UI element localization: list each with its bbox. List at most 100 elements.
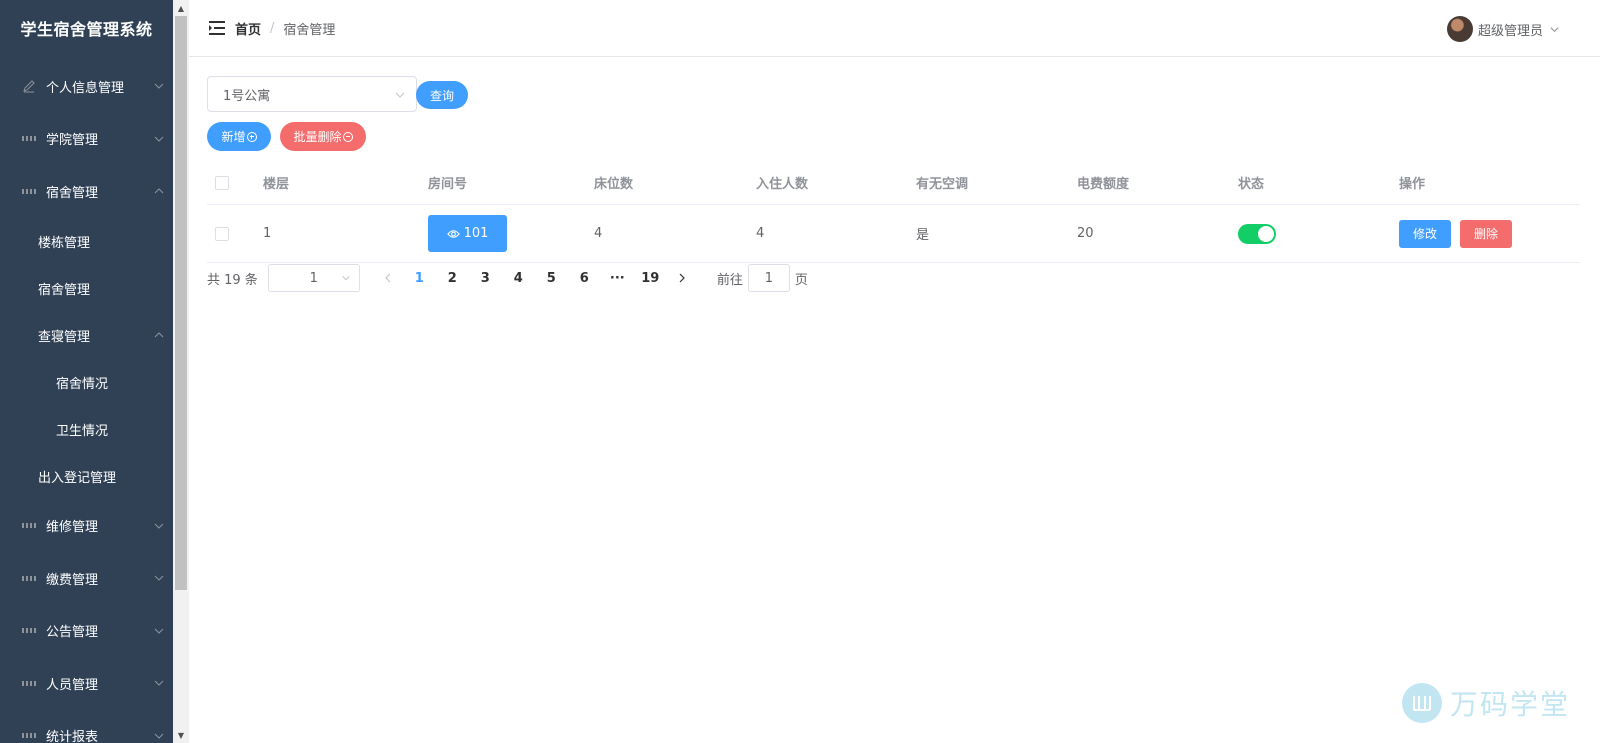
sidebar-item-label: 统计报表 bbox=[46, 730, 99, 743]
row-checkbox[interactable] bbox=[215, 226, 229, 241]
status-toggle[interactable] bbox=[1238, 223, 1276, 244]
sidebar-item-label: 个人信息管理 bbox=[46, 80, 125, 96]
sidebar-item-label: 公告管理 bbox=[46, 625, 99, 641]
column-header: 状态 bbox=[1238, 177, 1265, 192]
column-header: 床位数 bbox=[594, 177, 634, 192]
grid-icon bbox=[22, 571, 36, 585]
sidebar-item-dorm-status[interactable]: 宿舍情况 bbox=[0, 359, 173, 406]
page-size-select[interactable]: 1 bbox=[267, 264, 360, 292]
chevron-down-icon bbox=[395, 92, 405, 98]
room-number: 101 bbox=[463, 226, 489, 241]
watermark: 万码学堂 bbox=[1401, 683, 1570, 723]
sidebar-scrollbar[interactable]: ▲ ▼ bbox=[173, 0, 189, 743]
beds-cell: 4 bbox=[594, 226, 603, 241]
page-number[interactable]: 3 bbox=[469, 264, 502, 292]
circle-minus-icon bbox=[342, 131, 353, 142]
delete-button[interactable]: 删除 bbox=[1460, 219, 1512, 248]
column-header: 楼层 bbox=[263, 177, 290, 192]
prev-page-button[interactable] bbox=[373, 264, 403, 292]
app-title: 学生宿舍管理系统 bbox=[20, 20, 153, 39]
user-menu[interactable]: 超级管理员 bbox=[1446, 16, 1560, 42]
chevron-down-icon[interactable] bbox=[1549, 24, 1560, 35]
sidebar: 学生宿舍管理系统 个人信息管理 学院管理 宿舍管理 楼栋管理 宿舍管理 查寝管理… bbox=[0, 0, 173, 743]
column-header: 操作 bbox=[1399, 177, 1426, 192]
sidebar-item-hygiene[interactable]: 卫生情况 bbox=[0, 406, 173, 453]
column-header: 电费额度 bbox=[1077, 177, 1130, 192]
grid-icon bbox=[22, 624, 36, 638]
sidebar-item-repair[interactable]: 维修管理 bbox=[0, 500, 173, 553]
sidebar-item-access-log[interactable]: 出入登记管理 bbox=[0, 453, 173, 500]
scroll-up-icon[interactable]: ▲ bbox=[173, 0, 189, 16]
add-button[interactable]: 新增 bbox=[207, 122, 271, 151]
chevron-down-icon bbox=[154, 523, 164, 529]
building-select-value: 1号公寓 bbox=[223, 88, 271, 104]
grid-icon bbox=[22, 184, 36, 198]
sidebar-item-label: 学院管理 bbox=[46, 133, 99, 149]
watermark-text: 万码学堂 bbox=[1449, 688, 1570, 721]
edit-icon bbox=[22, 79, 36, 93]
user-name[interactable]: 超级管理员 bbox=[1478, 20, 1543, 39]
sidebar-item-college[interactable]: 学院管理 bbox=[0, 113, 173, 166]
sidebar-item-label: 缴费管理 bbox=[46, 572, 99, 588]
chevron-right-icon bbox=[679, 273, 685, 283]
chevron-down-icon bbox=[154, 575, 164, 581]
edit-button[interactable]: 修改 bbox=[1399, 219, 1451, 248]
more-pages[interactable]: ··· bbox=[601, 264, 634, 292]
sidebar-item-inspection[interactable]: 查寝管理 bbox=[0, 312, 173, 359]
query-button[interactable]: 查询 bbox=[416, 81, 468, 109]
occupants-cell: 4 bbox=[756, 226, 765, 241]
sidebar-item-dorm[interactable]: 宿舍管理 bbox=[0, 165, 173, 218]
circle-plus-icon bbox=[246, 131, 257, 142]
page-number[interactable]: 5 bbox=[535, 264, 568, 292]
page-number[interactable]: 4 bbox=[502, 264, 535, 292]
sidebar-item-payment[interactable]: 缴费管理 bbox=[0, 552, 173, 605]
breadcrumb-home[interactable]: 首页 bbox=[235, 19, 261, 38]
goto-prefix: 前往 bbox=[716, 272, 743, 288]
sidebar-item-dorm-manage[interactable]: 宿舍管理 bbox=[0, 265, 173, 312]
page-number[interactable]: 19 bbox=[634, 264, 667, 292]
scrollbar-thumb[interactable] bbox=[175, 16, 187, 590]
grid-icon bbox=[22, 729, 36, 743]
page-number[interactable]: 2 bbox=[436, 264, 469, 292]
chevron-left-icon bbox=[384, 273, 391, 283]
chevron-up-icon bbox=[154, 188, 164, 194]
next-page-button[interactable] bbox=[667, 264, 697, 292]
sidebar-item-label: 维修管理 bbox=[46, 520, 99, 536]
sidebar-item-label: 楼栋管理 bbox=[38, 235, 91, 251]
building-select[interactable]: 1号公寓 bbox=[207, 76, 417, 112]
menu-toggle-icon[interactable] bbox=[209, 21, 225, 35]
sidebar-item-label: 出入登记管理 bbox=[38, 470, 117, 486]
column-header: 入住人数 bbox=[756, 177, 809, 192]
pagination: 共 19 条 1 1 2 3 4 5 6 ··· 19 前往 1 页 bbox=[207, 264, 808, 292]
main-content: 1号公寓 查询 新增 批量删除 楼层 房间号 床位数 入住人数 有无空调 电费额… bbox=[189, 57, 1600, 743]
column-header: 有无空调 bbox=[916, 177, 969, 192]
breadcrumb-separator: / bbox=[270, 20, 275, 36]
sidebar-item-reports[interactable]: 统计报表 bbox=[0, 710, 173, 743]
room-view-button[interactable]: 101 bbox=[428, 215, 507, 252]
sidebar-item-label: 人员管理 bbox=[46, 677, 99, 693]
batch-delete-button[interactable]: 批量删除 bbox=[280, 122, 366, 151]
sidebar-item-notice[interactable]: 公告管理 bbox=[0, 605, 173, 658]
column-header: 房间号 bbox=[428, 177, 468, 192]
sidebar-item-building[interactable]: 楼栋管理 bbox=[0, 218, 173, 265]
sidebar-item-label: 查寝管理 bbox=[38, 329, 91, 345]
sidebar-item-personnel[interactable]: 人员管理 bbox=[0, 657, 173, 710]
select-all-checkbox[interactable] bbox=[215, 175, 229, 190]
dorm-table: 楼层 房间号 床位数 入住人数 有无空调 电费额度 状态 操作 1 101 4 … bbox=[207, 161, 1580, 263]
avatar[interactable] bbox=[1446, 16, 1473, 42]
page-jumper: 前往 1 页 bbox=[717, 264, 808, 292]
goto-suffix: 页 bbox=[794, 272, 808, 288]
sidebar-item-label: 宿舍管理 bbox=[38, 282, 91, 298]
batch-delete-label: 批量删除 bbox=[293, 130, 342, 144]
chevron-down-icon bbox=[154, 680, 164, 686]
page-number[interactable]: 6 bbox=[568, 264, 601, 292]
goto-page-input[interactable]: 1 bbox=[747, 264, 790, 292]
ac-cell: 是 bbox=[916, 228, 930, 243]
grid-icon bbox=[22, 132, 36, 146]
scroll-down-icon[interactable]: ▼ bbox=[173, 727, 189, 743]
floor-cell: 1 bbox=[263, 226, 272, 241]
chevron-down-icon bbox=[154, 733, 164, 739]
page-number[interactable]: 1 bbox=[403, 264, 436, 292]
grid-icon bbox=[22, 676, 36, 690]
sidebar-item-profile[interactable]: 个人信息管理 bbox=[0, 60, 173, 113]
